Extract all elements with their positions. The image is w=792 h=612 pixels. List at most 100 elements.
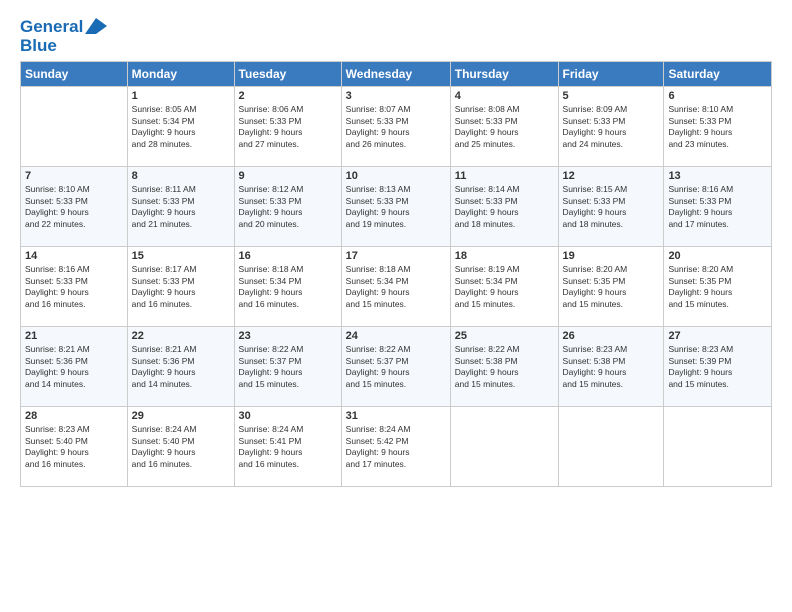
day-number: 26 [563,330,660,342]
day-number: 8 [132,170,230,182]
day-info: Sunrise: 8:18 AM Sunset: 5:34 PM Dayligh… [239,264,337,310]
day-info: Sunrise: 8:24 AM Sunset: 5:42 PM Dayligh… [346,424,446,470]
day-number: 16 [239,250,337,262]
day-info: Sunrise: 8:22 AM Sunset: 5:37 PM Dayligh… [239,344,337,390]
calendar-cell: 6 Sunrise: 8:10 AM Sunset: 5:33 PM Daylig… [664,87,772,167]
day-number: 23 [239,330,337,342]
calendar-cell: 26 Sunrise: 8:23 AM Sunset: 5:38 PM Dayli… [558,327,664,407]
logo-blue: Blue [20,37,107,56]
header-sunday: Sunday [21,62,128,87]
calendar-cell: 27 Sunrise: 8:23 AM Sunset: 5:39 PM Dayli… [664,327,772,407]
day-info: Sunrise: 8:14 AM Sunset: 5:33 PM Dayligh… [455,184,554,230]
header-wednesday: Wednesday [341,62,450,87]
day-number: 12 [563,170,660,182]
calendar-cell: 13 Sunrise: 8:16 AM Sunset: 5:33 PM Dayli… [664,167,772,247]
day-number: 15 [132,250,230,262]
calendar-cell: 5 Sunrise: 8:09 AM Sunset: 5:33 PM Daylig… [558,87,664,167]
day-number: 18 [455,250,554,262]
calendar-cell: 18 Sunrise: 8:19 AM Sunset: 5:34 PM Dayli… [450,247,558,327]
day-info: Sunrise: 8:20 AM Sunset: 5:35 PM Dayligh… [563,264,660,310]
day-info: Sunrise: 8:07 AM Sunset: 5:33 PM Dayligh… [346,104,446,150]
day-info: Sunrise: 8:10 AM Sunset: 5:33 PM Dayligh… [668,104,767,150]
calendar-cell [450,407,558,487]
day-info: Sunrise: 8:16 AM Sunset: 5:33 PM Dayligh… [25,264,123,310]
day-info: Sunrise: 8:22 AM Sunset: 5:37 PM Dayligh… [346,344,446,390]
logo: General Blue [20,18,107,55]
week-row-4: 21 Sunrise: 8:21 AM Sunset: 5:36 PM Dayli… [21,327,772,407]
calendar-cell: 17 Sunrise: 8:18 AM Sunset: 5:34 PM Dayli… [341,247,450,327]
day-info: Sunrise: 8:12 AM Sunset: 5:33 PM Dayligh… [239,184,337,230]
day-info: Sunrise: 8:06 AM Sunset: 5:33 PM Dayligh… [239,104,337,150]
day-number: 17 [346,250,446,262]
day-info: Sunrise: 8:15 AM Sunset: 5:33 PM Dayligh… [563,184,660,230]
day-number: 7 [25,170,123,182]
day-info: Sunrise: 8:21 AM Sunset: 5:36 PM Dayligh… [25,344,123,390]
calendar-cell: 22 Sunrise: 8:21 AM Sunset: 5:36 PM Dayli… [127,327,234,407]
calendar-cell: 15 Sunrise: 8:17 AM Sunset: 5:33 PM Dayli… [127,247,234,327]
week-row-5: 28Sunrise: 8:23 AM Sunset: 5:40 PM Dayli… [21,407,772,487]
day-number: 25 [455,330,554,342]
day-info: Sunrise: 8:09 AM Sunset: 5:33 PM Dayligh… [563,104,660,150]
day-number: 5 [563,90,660,102]
calendar-cell [558,407,664,487]
logo-general: General [20,18,83,37]
day-number: 27 [668,330,767,342]
calendar-cell: 20Sunrise: 8:20 AM Sunset: 5:35 PM Dayli… [664,247,772,327]
day-number: 30 [239,410,337,422]
header-tuesday: Tuesday [234,62,341,87]
day-number: 14 [25,250,123,262]
calendar-cell: 2 Sunrise: 8:06 AM Sunset: 5:33 PM Daylig… [234,87,341,167]
day-number: 24 [346,330,446,342]
calendar-cell: 11 Sunrise: 8:14 AM Sunset: 5:33 PM Dayli… [450,167,558,247]
day-info: Sunrise: 8:24 AM Sunset: 5:40 PM Dayligh… [132,424,230,470]
day-number: 31 [346,410,446,422]
calendar-cell: 12 Sunrise: 8:15 AM Sunset: 5:33 PM Dayli… [558,167,664,247]
calendar-cell: 7 Sunrise: 8:10 AM Sunset: 5:33 PM Daylig… [21,167,128,247]
calendar-cell: 23 Sunrise: 8:22 AM Sunset: 5:37 PM Dayli… [234,327,341,407]
calendar-cell: 30 Sunrise: 8:24 AM Sunset: 5:41 PM Dayli… [234,407,341,487]
calendar-cell: 9Sunrise: 8:12 AM Sunset: 5:33 PM Daylig… [234,167,341,247]
calendar-cell: 28Sunrise: 8:23 AM Sunset: 5:40 PM Dayli… [21,407,128,487]
day-info: Sunrise: 8:13 AM Sunset: 5:33 PM Dayligh… [346,184,446,230]
calendar-cell: 21 Sunrise: 8:21 AM Sunset: 5:36 PM Dayli… [21,327,128,407]
day-number: 22 [132,330,230,342]
calendar-cell: 14 Sunrise: 8:16 AM Sunset: 5:33 PM Dayli… [21,247,128,327]
day-info: Sunrise: 8:08 AM Sunset: 5:33 PM Dayligh… [455,104,554,150]
day-number: 29 [132,410,230,422]
page: General Blue SundayMondayTuesdayWednesda… [0,0,792,612]
header-monday: Monday [127,62,234,87]
day-info: Sunrise: 8:23 AM Sunset: 5:40 PM Dayligh… [25,424,123,470]
day-number: 13 [668,170,767,182]
day-number: 21 [25,330,123,342]
header-row: SundayMondayTuesdayWednesdayThursdayFrid… [21,62,772,87]
day-info: Sunrise: 8:21 AM Sunset: 5:36 PM Dayligh… [132,344,230,390]
day-info: Sunrise: 8:18 AM Sunset: 5:34 PM Dayligh… [346,264,446,310]
day-info: Sunrise: 8:17 AM Sunset: 5:33 PM Dayligh… [132,264,230,310]
calendar-cell: 19 Sunrise: 8:20 AM Sunset: 5:35 PM Dayli… [558,247,664,327]
calendar-cell: 10Sunrise: 8:13 AM Sunset: 5:33 PM Dayli… [341,167,450,247]
header-friday: Friday [558,62,664,87]
calendar-cell: 24 Sunrise: 8:22 AM Sunset: 5:37 PM Dayli… [341,327,450,407]
day-info: Sunrise: 8:23 AM Sunset: 5:39 PM Dayligh… [668,344,767,390]
header-thursday: Thursday [450,62,558,87]
calendar-cell: 3 Sunrise: 8:07 AM Sunset: 5:33 PM Daylig… [341,87,450,167]
day-info: Sunrise: 8:20 AM Sunset: 5:35 PM Dayligh… [668,264,767,310]
day-info: Sunrise: 8:05 AM Sunset: 5:34 PM Dayligh… [132,104,230,150]
day-info: Sunrise: 8:23 AM Sunset: 5:38 PM Dayligh… [563,344,660,390]
day-number: 1 [132,90,230,102]
day-info: Sunrise: 8:10 AM Sunset: 5:33 PM Dayligh… [25,184,123,230]
day-number: 11 [455,170,554,182]
header-saturday: Saturday [664,62,772,87]
calendar-cell: 16 Sunrise: 8:18 AM Sunset: 5:34 PM Dayli… [234,247,341,327]
header: General Blue [20,18,772,55]
day-number: 19 [563,250,660,262]
week-row-3: 14 Sunrise: 8:16 AM Sunset: 5:33 PM Dayli… [21,247,772,327]
day-number: 6 [668,90,767,102]
day-info: Sunrise: 8:11 AM Sunset: 5:33 PM Dayligh… [132,184,230,230]
day-number: 3 [346,90,446,102]
day-info: Sunrise: 8:16 AM Sunset: 5:33 PM Dayligh… [668,184,767,230]
day-number: 2 [239,90,337,102]
calendar-cell [664,407,772,487]
day-info: Sunrise: 8:24 AM Sunset: 5:41 PM Dayligh… [239,424,337,470]
day-info: Sunrise: 8:19 AM Sunset: 5:34 PM Dayligh… [455,264,554,310]
